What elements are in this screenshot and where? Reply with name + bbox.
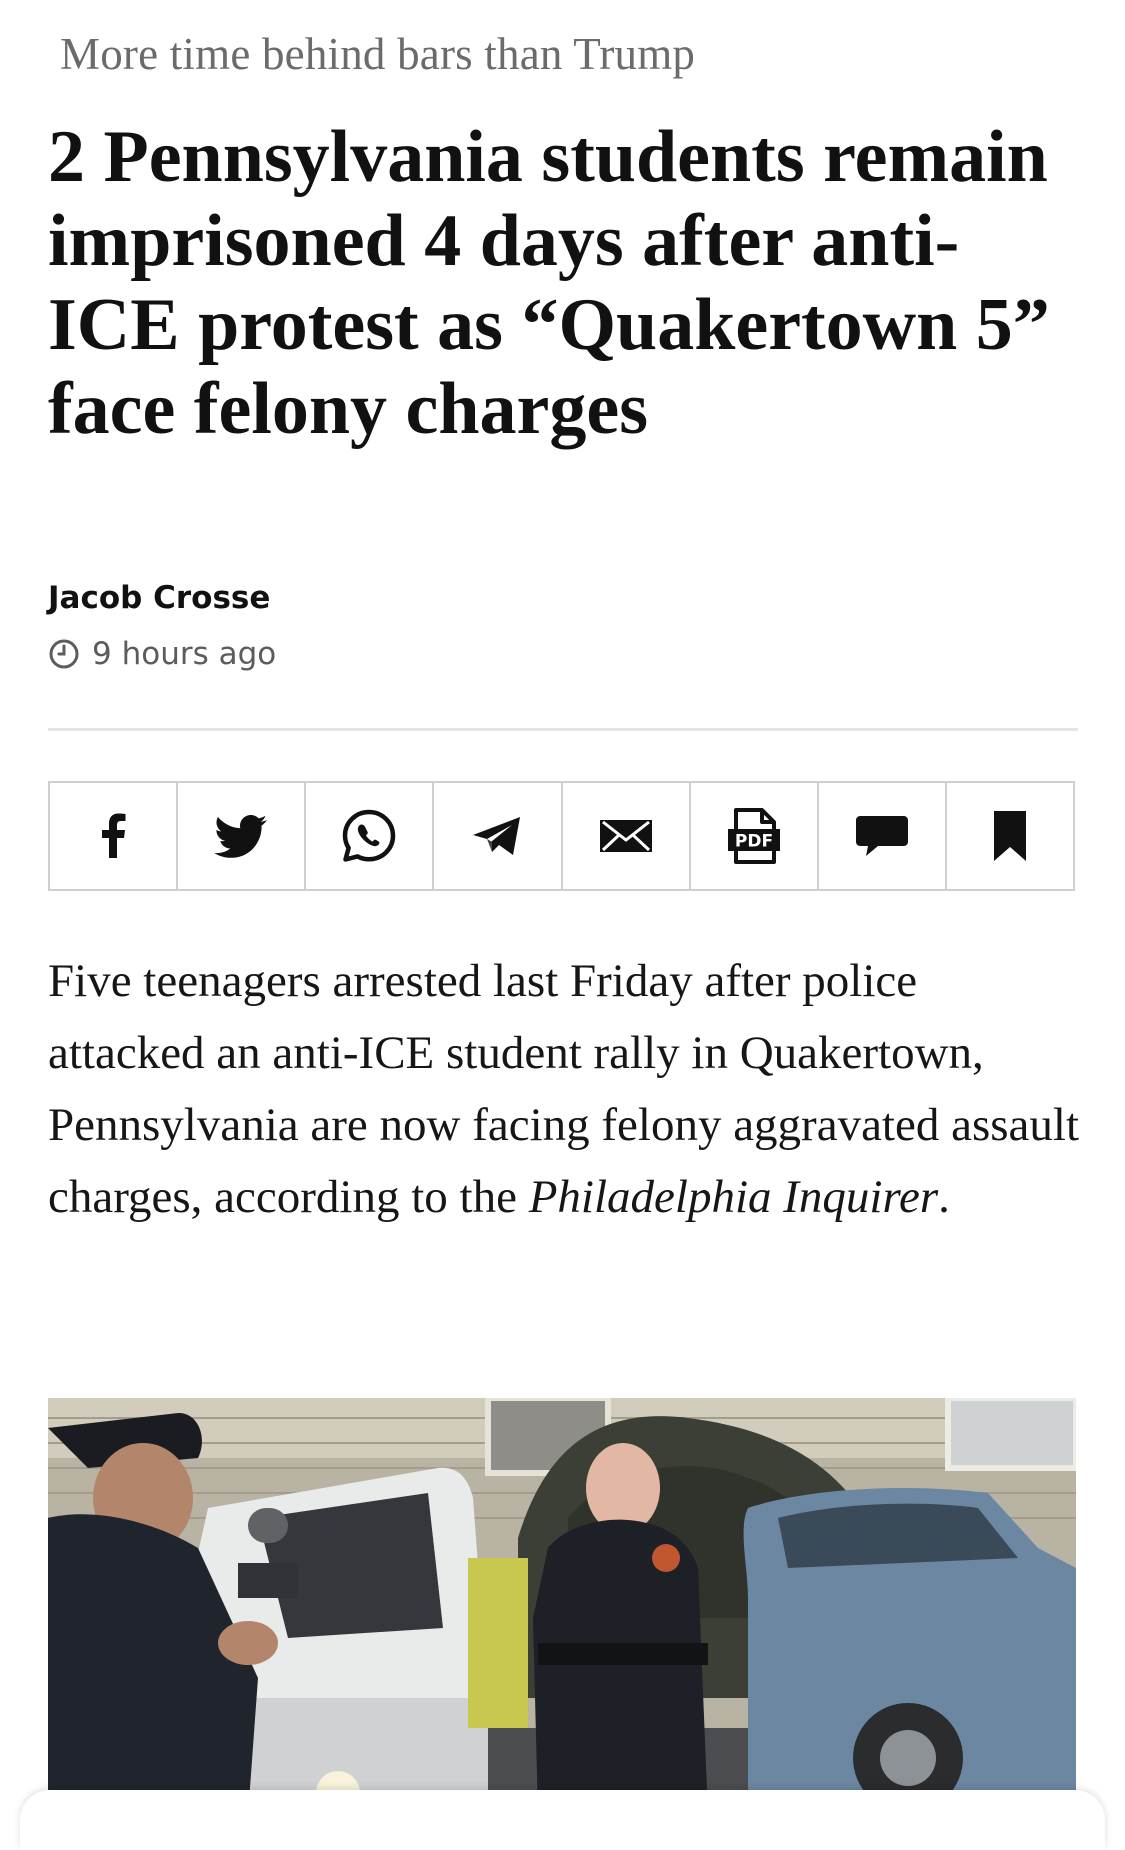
bottom-sheet-handle[interactable]: [20, 1790, 1105, 1850]
telegram-icon: [465, 804, 529, 868]
clock-icon: [48, 638, 80, 670]
share-email-button[interactable]: [563, 783, 691, 889]
article-headline: 2 Pennsylvania students remain imprisone…: [48, 116, 1050, 450]
bookmark-button[interactable]: [947, 783, 1073, 889]
whatsapp-icon: [337, 804, 401, 868]
article-body-end: .: [938, 1171, 950, 1223]
twitter-icon: [209, 804, 273, 868]
article-photo: [48, 1398, 1076, 1815]
share-facebook-button[interactable]: [50, 783, 179, 889]
share-bar: PDF: [48, 781, 1075, 891]
email-icon: [594, 804, 658, 868]
publish-time-text: 9 hours ago: [92, 636, 277, 672]
bookmark-icon: [978, 804, 1042, 868]
comments-button[interactable]: [819, 783, 947, 889]
comment-icon: [850, 804, 914, 868]
publish-time: 9 hours ago: [48, 636, 276, 672]
share-telegram-button[interactable]: [434, 783, 563, 889]
article-kicker: More time behind bars than Trump: [60, 29, 696, 79]
pdf-icon-label: PDF: [735, 832, 773, 852]
divider: [48, 728, 1078, 731]
publication-name: Philadelphia Inquirer: [528, 1171, 939, 1223]
pdf-icon: PDF: [722, 804, 786, 868]
download-pdf-button[interactable]: PDF: [691, 783, 819, 889]
article-body: Five teenagers arrested last Friday afte…: [48, 945, 1083, 1233]
share-twitter-button[interactable]: [178, 783, 307, 889]
facebook-icon: [81, 804, 145, 868]
author-link[interactable]: Jacob Crosse: [48, 580, 270, 616]
share-whatsapp-button[interactable]: [306, 783, 435, 889]
